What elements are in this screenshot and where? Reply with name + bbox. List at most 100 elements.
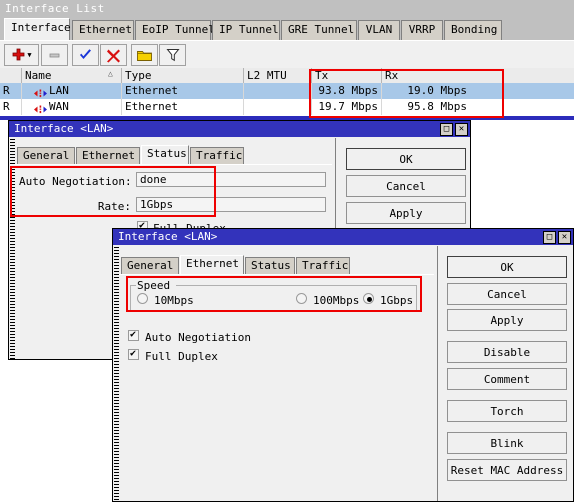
minus-icon bbox=[49, 53, 60, 57]
column-header-flags[interactable] bbox=[0, 68, 22, 83]
speed-group-line-top bbox=[176, 285, 416, 286]
tab-ethernet[interactable]: Ethernet bbox=[72, 20, 134, 40]
chevron-down-icon: ▼ bbox=[27, 50, 32, 59]
speed-label-10mbps: 10Mbps bbox=[154, 294, 194, 307]
dialog-ethernet-reset-mac-button[interactable]: Reset MAC Address bbox=[447, 459, 567, 481]
dialog-status-tab-ethernet[interactable]: Ethernet bbox=[76, 147, 140, 164]
row-rx: 19.0 Mbps bbox=[407, 84, 467, 97]
row-name: WAN bbox=[22, 99, 122, 115]
maximize-icon[interactable]: □ bbox=[440, 122, 453, 136]
dialog-ethernet-panel bbox=[114, 274, 434, 501]
column-header-name[interactable]: Name bbox=[22, 68, 122, 83]
dialog-status-tab-general[interactable]: General bbox=[17, 147, 75, 164]
speed-group-line-left bbox=[130, 285, 131, 311]
row-l2mtu bbox=[244, 83, 312, 99]
disable-button[interactable] bbox=[100, 44, 127, 66]
speed-group-line-bottom bbox=[130, 311, 417, 312]
speed-label-100mbps: 100Mbps bbox=[313, 294, 360, 307]
interface-table: Name Type L2 MTU Tx Rx △ R LAN Ethernet … bbox=[0, 68, 574, 116]
row-flag: R bbox=[0, 99, 22, 115]
dialog-ethernet-ok-button[interactable]: OK bbox=[447, 256, 567, 278]
full-duplex-checkbox[interactable] bbox=[128, 348, 139, 360]
speed-radio-100mbps[interactable] bbox=[296, 293, 307, 304]
rate-label: Rate: bbox=[97, 200, 131, 213]
maximize-icon[interactable]: □ bbox=[543, 230, 556, 244]
cross-icon bbox=[107, 49, 120, 62]
row-flag: R bbox=[0, 83, 22, 99]
full-duplex-checkbox-label: Full Duplex bbox=[145, 350, 218, 363]
tab-ip-tunnel[interactable]: IP Tunnel bbox=[212, 20, 280, 40]
row-name-text: LAN bbox=[49, 84, 69, 97]
speed-group-line-right bbox=[416, 285, 417, 311]
dialog-status-apply-button[interactable]: Apply bbox=[346, 202, 466, 224]
filter-button[interactable] bbox=[159, 44, 186, 66]
dialog-ethernet-cancel-button[interactable]: Cancel bbox=[447, 283, 567, 305]
window-title: Interface List bbox=[0, 0, 574, 17]
folder-icon bbox=[137, 50, 152, 61]
dialog-ethernet-torch-button[interactable]: Torch bbox=[447, 400, 567, 422]
dialog-status-title: Interface <LAN> bbox=[14, 122, 114, 135]
plus-icon bbox=[12, 48, 25, 60]
dialog-status-tab-status[interactable]: Status bbox=[141, 145, 189, 164]
table-row[interactable]: R WAN Ethernet 19.7 Mbps 95.8 Mbps bbox=[0, 99, 574, 115]
add-button[interactable]: ▼ bbox=[4, 44, 39, 66]
dialog-status-tab-traffic[interactable]: Traffic bbox=[190, 147, 244, 164]
dialog-status-titlebar[interactable]: Interface <LAN> □ ✕ bbox=[9, 121, 470, 137]
row-type: Ethernet bbox=[122, 99, 244, 115]
row-tx: 19.7 Mbps bbox=[312, 99, 382, 115]
row-rx: 95.8 Mbps bbox=[407, 100, 467, 113]
dialog-ethernet-separator bbox=[437, 246, 438, 501]
dialog-ethernet-tab-traffic[interactable]: Traffic bbox=[296, 257, 350, 274]
rate-value: 1Gbps bbox=[136, 197, 326, 212]
auto-negotiation-checkbox-label: Auto Negotiation bbox=[145, 331, 251, 344]
dialog-ethernet-titlebar[interactable]: Interface <LAN> □ ✕ bbox=[113, 229, 573, 245]
dialog-ethernet-disable-button[interactable]: Disable bbox=[447, 341, 567, 363]
interface-lan-ethernet-dialog: Interface <LAN> □ ✕ General Ethernet Sta… bbox=[112, 228, 574, 502]
tab-eoip-tunnel[interactable]: EoIP Tunnel bbox=[135, 20, 215, 40]
comment-button[interactable] bbox=[131, 44, 158, 66]
sort-ascending-icon: △ bbox=[108, 69, 113, 78]
column-header-rx[interactable]: Rx bbox=[382, 68, 574, 83]
speed-label-1gbps: 1Gbps bbox=[380, 294, 414, 307]
tab-vlan[interactable]: VLAN bbox=[358, 20, 400, 40]
speed-group-legend: Speed bbox=[137, 279, 171, 292]
auto-negotiation-value: done bbox=[136, 172, 326, 187]
auto-negotiation-label: Auto Negotiation: bbox=[19, 175, 132, 188]
dialog-status-ok-button[interactable]: OK bbox=[346, 148, 466, 170]
speed-radio-10mbps[interactable] bbox=[137, 293, 148, 304]
dialog-ethernet-comment-button[interactable]: Comment bbox=[447, 368, 567, 390]
funnel-icon bbox=[165, 49, 180, 62]
interface-arrows-icon bbox=[34, 103, 47, 113]
auto-negotiation-checkbox[interactable] bbox=[128, 329, 139, 341]
column-header-tx[interactable]: Tx bbox=[312, 68, 382, 83]
close-icon[interactable]: ✕ bbox=[455, 122, 468, 136]
column-header-l2mtu[interactable]: L2 MTU bbox=[244, 68, 312, 83]
row-name-text: WAN bbox=[49, 100, 69, 113]
speed-radio-1gbps[interactable] bbox=[363, 293, 374, 304]
dialog-status-left-edge[interactable] bbox=[10, 139, 15, 359]
table-header-row: Name Type L2 MTU Tx Rx △ bbox=[0, 68, 574, 83]
row-name: LAN bbox=[22, 83, 122, 99]
dialog-ethernet-tab-ethernet[interactable]: Ethernet bbox=[180, 255, 244, 274]
tab-gre-tunnel[interactable]: GRE Tunnel bbox=[281, 20, 357, 40]
column-header-type[interactable]: Type bbox=[122, 68, 244, 83]
dialog-ethernet-blink-button[interactable]: Blink bbox=[447, 432, 567, 454]
dialog-ethernet-title: Interface <LAN> bbox=[118, 230, 218, 243]
main-tabstrip: Interface Ethernet EoIP Tunnel IP Tunnel… bbox=[0, 18, 574, 40]
close-icon[interactable]: ✕ bbox=[558, 230, 571, 244]
dialog-ethernet-tab-status[interactable]: Status bbox=[245, 257, 295, 274]
row-tx: 93.8 Mbps bbox=[312, 83, 382, 99]
tab-vrrp[interactable]: VRRP bbox=[401, 20, 443, 40]
tab-bonding[interactable]: Bonding bbox=[444, 20, 502, 40]
dialog-status-cancel-button[interactable]: Cancel bbox=[346, 175, 466, 197]
dialog-ethernet-apply-button[interactable]: Apply bbox=[447, 309, 567, 331]
interface-arrows-icon bbox=[34, 87, 47, 97]
table-row[interactable]: R LAN Ethernet 93.8 Mbps 19.0 Mbps bbox=[0, 83, 574, 99]
dialog-ethernet-tab-general[interactable]: General bbox=[121, 257, 179, 274]
enable-button[interactable] bbox=[72, 44, 99, 66]
check-icon bbox=[80, 48, 91, 59]
row-l2mtu bbox=[244, 99, 312, 115]
remove-button[interactable] bbox=[41, 44, 68, 66]
tab-interface[interactable]: Interface bbox=[4, 18, 71, 40]
dialog-ethernet-left-edge[interactable] bbox=[114, 247, 119, 501]
